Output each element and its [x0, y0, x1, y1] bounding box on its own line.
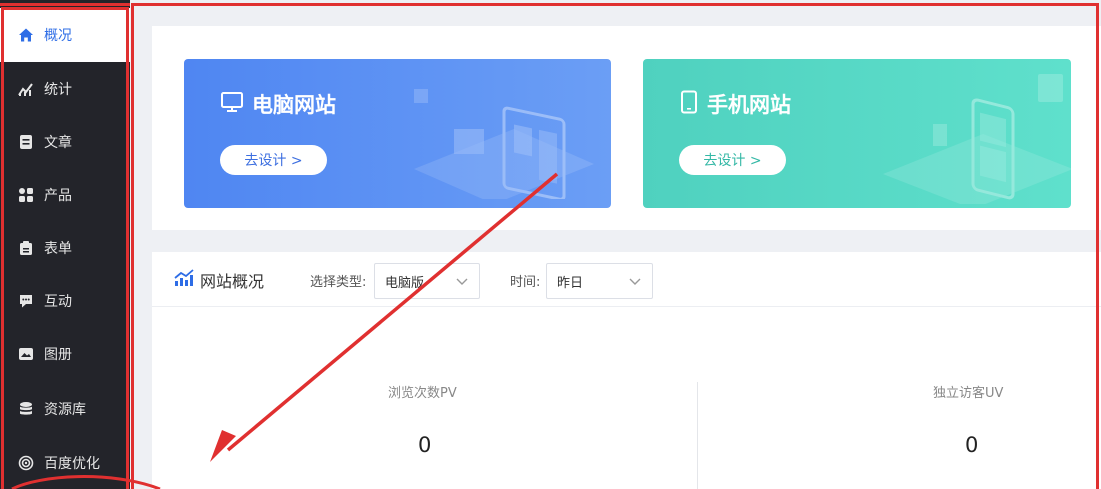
sidebar-item-label: 百度优化 — [44, 455, 100, 472]
type-select[interactable]: 电脑版 — [374, 263, 480, 299]
chart-icon — [18, 81, 34, 97]
mobile-site-title: 手机网站 — [679, 89, 791, 119]
sidebar-item-label: 产品 — [44, 187, 72, 204]
pc-site-banner[interactable]: 电脑网站 去设计 > — [184, 59, 611, 208]
sidebar-item-overview[interactable]: 概况 — [0, 8, 130, 62]
sidebar-item-stats[interactable]: 统计 — [0, 62, 130, 115]
home-icon — [18, 27, 34, 43]
chevron-down-icon — [455, 274, 469, 292]
sidebar-item-label: 资源库 — [44, 401, 86, 418]
mobile-site-banner[interactable]: 手机网站 去设计 > — [643, 59, 1071, 208]
sidebar-item-label: 表单 — [44, 240, 72, 257]
pc-design-button[interactable]: 去设计 > — [220, 145, 327, 175]
image-icon — [18, 346, 34, 362]
chat-icon — [18, 293, 34, 309]
sidebar-item-gallery[interactable]: 图册 — [0, 327, 130, 380]
isometric-illustration — [414, 89, 594, 199]
type-select-value: 电脑版 — [385, 275, 425, 291]
trend-chart-icon — [174, 269, 200, 291]
pv-value: 0 — [418, 433, 432, 457]
overview-title: 网站概况 — [174, 268, 264, 292]
sidebar-item-label: 文章 — [44, 134, 72, 151]
site-overview-card: 网站概况 选择类型: 电脑版 时间: 昨日 浏览次数PV 0 独立访客UV 0 — [152, 252, 1101, 489]
mobile-site-title-text: 手机网站 — [707, 93, 791, 117]
isometric-illustration — [883, 74, 1071, 204]
metric-divider — [697, 382, 698, 489]
time-label: 时间: — [510, 275, 541, 290]
overview-header: 网站概况 选择类型: 电脑版 时间: 昨日 — [152, 252, 1101, 307]
uv-value: 0 — [965, 433, 979, 457]
sidebar-item-articles[interactable]: 文章 — [0, 115, 130, 168]
document-icon — [18, 134, 34, 150]
sidebar-item-forms[interactable]: 表单 — [0, 221, 130, 274]
clipboard-icon — [18, 240, 34, 256]
grid-icon — [18, 187, 34, 203]
sidebar-item-baidu-seo[interactable]: 百度优化 — [0, 436, 130, 489]
sidebar-item-products[interactable]: 产品 — [0, 168, 130, 221]
pv-label: 浏览次数PV — [388, 386, 457, 401]
sidebar-item-label: 统计 — [44, 81, 72, 98]
time-select-value: 昨日 — [557, 275, 584, 291]
overview-title-text: 网站概况 — [200, 272, 265, 291]
sidebar-item-resources[interactable]: 资源库 — [0, 382, 130, 435]
sidebar-item-label: 互动 — [44, 293, 72, 310]
target-icon — [18, 455, 34, 471]
sidebar-item-interaction[interactable]: 互动 — [0, 274, 130, 327]
sidebar-item-label: 图册 — [44, 346, 72, 363]
monitor-icon — [220, 91, 252, 118]
chevron-down-icon — [628, 274, 642, 292]
phone-icon — [679, 90, 707, 119]
database-icon — [18, 401, 34, 417]
mobile-design-button[interactable]: 去设计 > — [679, 145, 786, 175]
uv-label: 独立访客UV — [933, 386, 1004, 401]
sidebar-item-label: 概况 — [44, 28, 72, 44]
time-select[interactable]: 昨日 — [546, 263, 653, 299]
pc-site-title: 电脑网站 — [220, 89, 336, 119]
type-label: 选择类型: — [310, 275, 367, 290]
sidebar: 概况 统计 文章 产品 表单 互动 图册 资源库 百度优化 — [0, 0, 130, 489]
pc-site-title-text: 电脑网站 — [252, 93, 336, 117]
